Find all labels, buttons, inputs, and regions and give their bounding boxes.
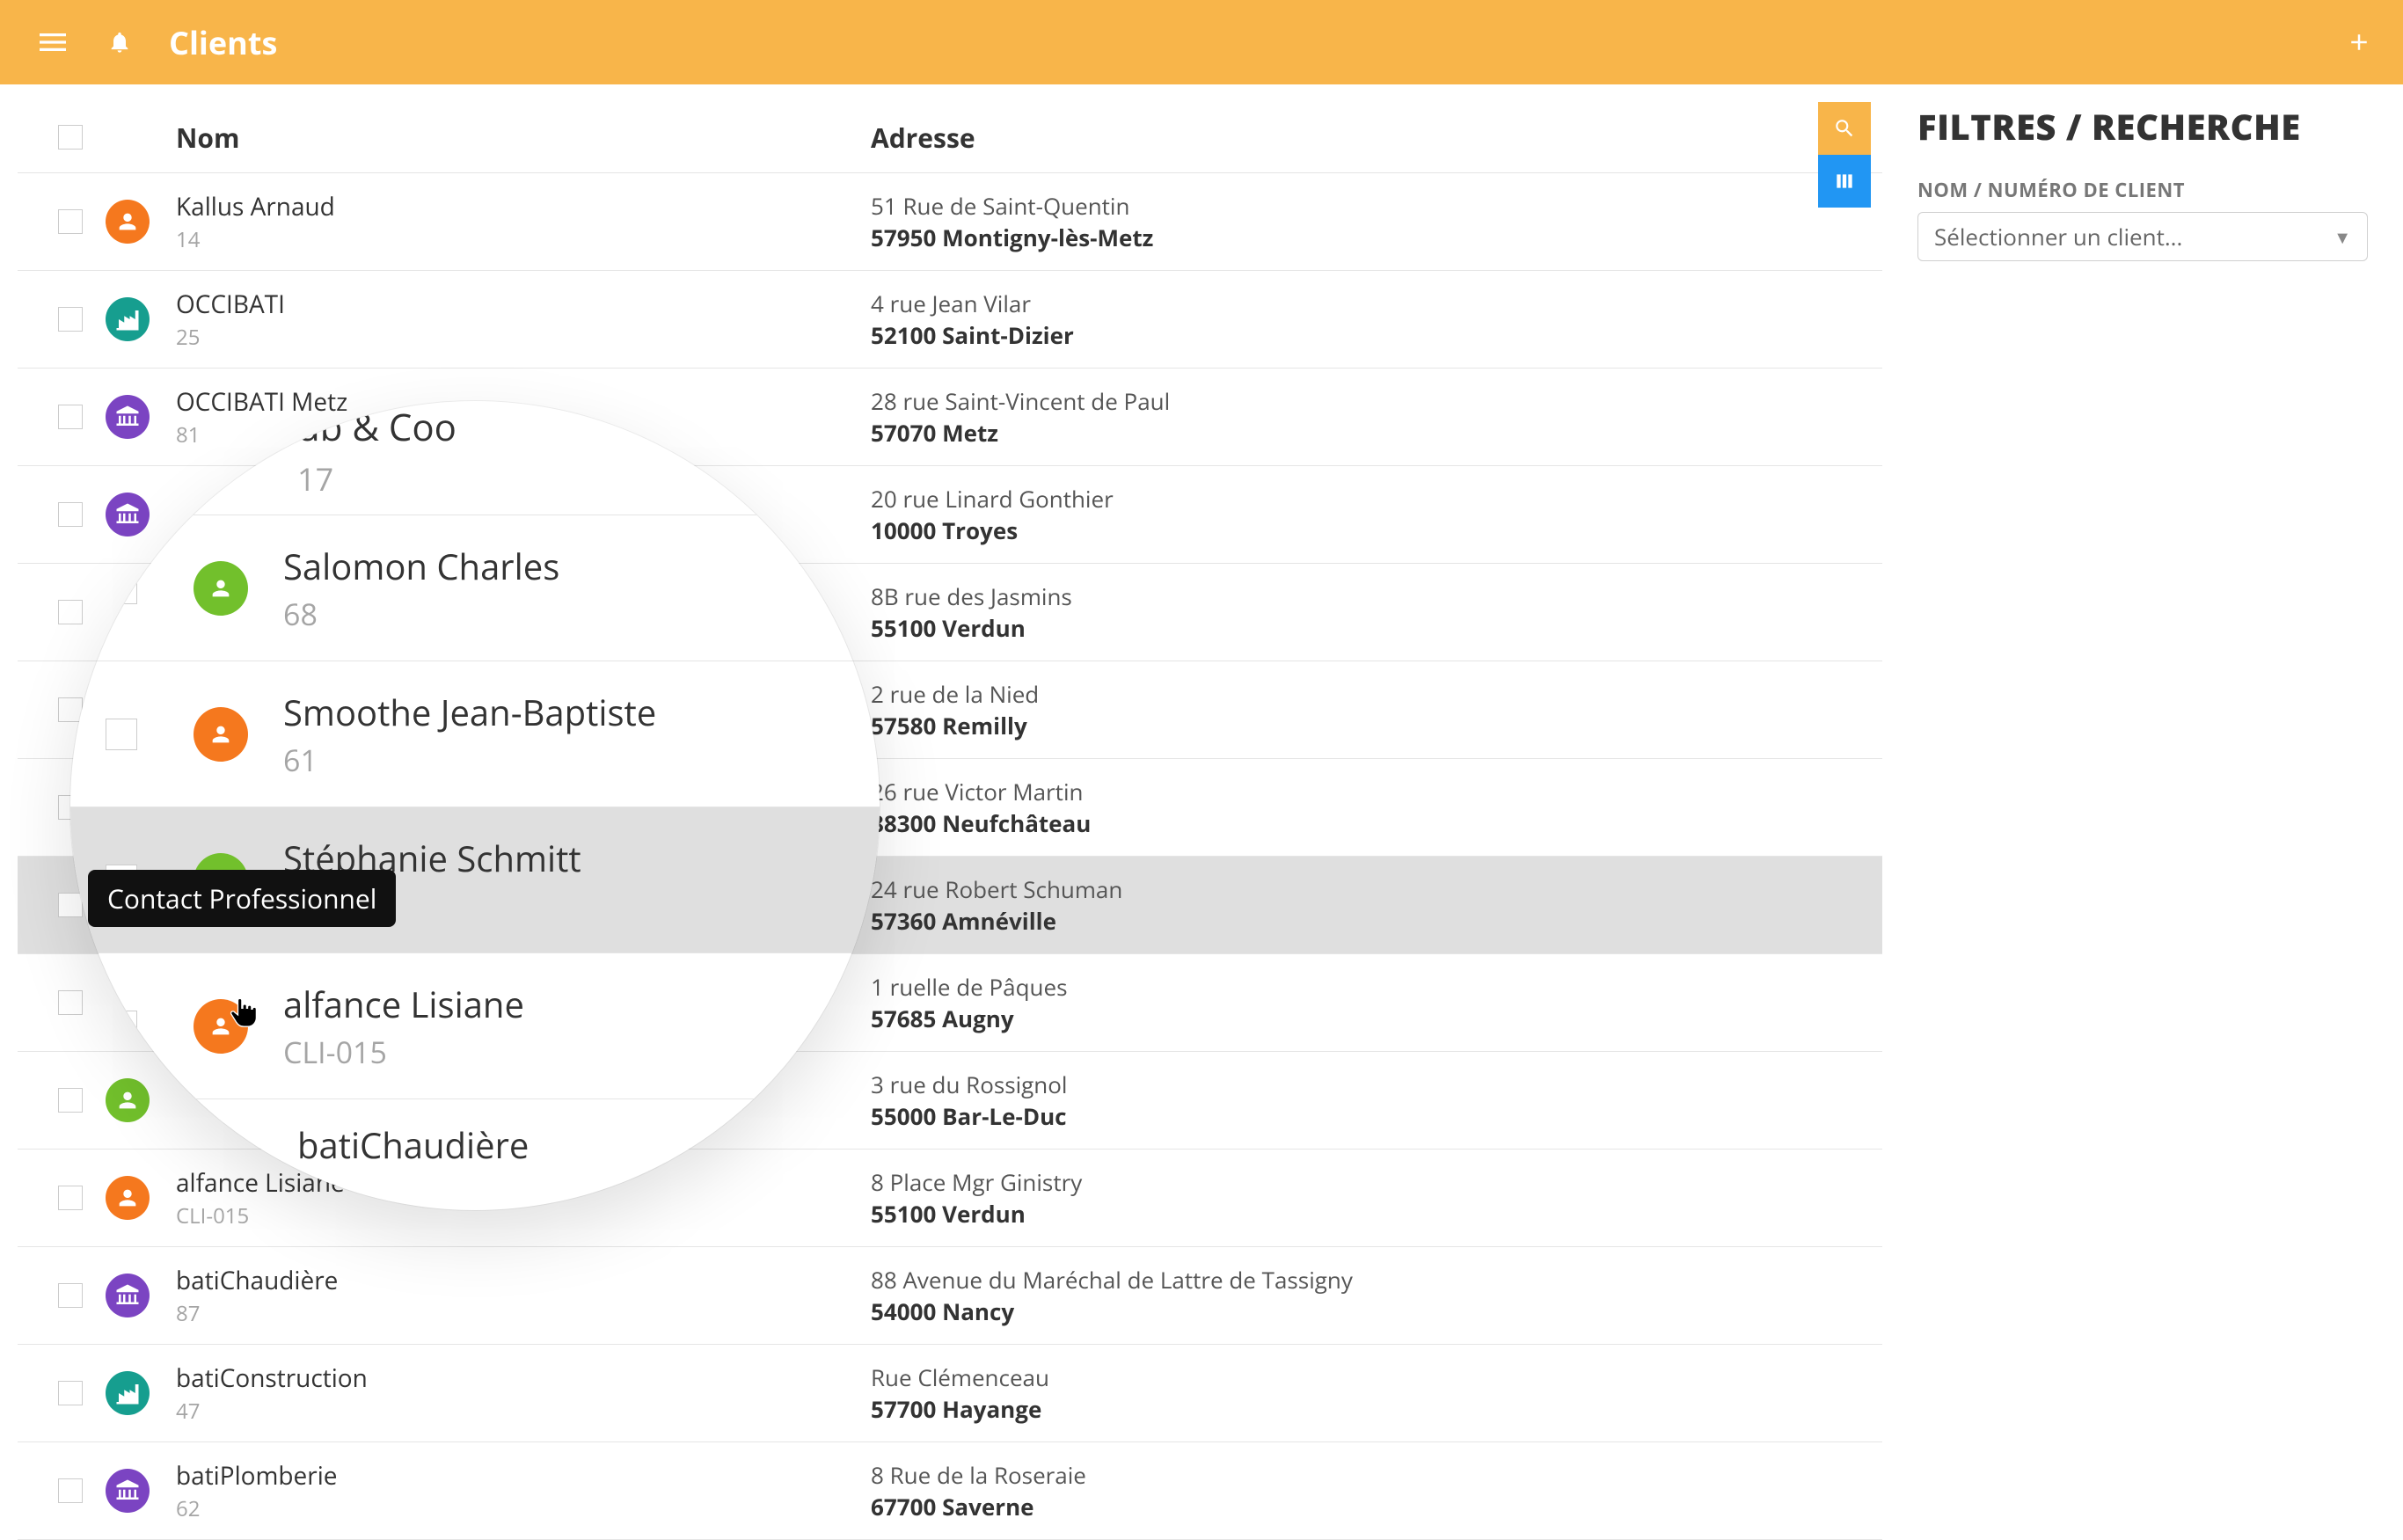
- client-sub: 87: [176, 1299, 871, 1328]
- header-name[interactable]: Nom: [176, 120, 871, 156]
- topbar: Clients: [0, 0, 2403, 84]
- client-avatar-person-icon: [194, 707, 248, 762]
- client-city: 57070 Metz: [871, 417, 1698, 449]
- client-name: Smoothe Jean-Baptiste: [283, 688, 656, 736]
- row-checkbox[interactable]: [58, 1478, 83, 1503]
- client-name: alfance Lisiane: [283, 980, 524, 1028]
- client-address: 26 rue Victor Martin: [871, 776, 1698, 807]
- client-city: 55100 Verdun: [871, 612, 1698, 644]
- columns-button[interactable]: [1818, 155, 1871, 208]
- client-address: Rue Clémenceau: [871, 1361, 1698, 1393]
- client-avatar-person-icon: [106, 1176, 150, 1220]
- filter-field-label: NOM / NUMÉRO DE CLIENT: [1917, 177, 2368, 203]
- row-checkbox[interactable]: [58, 1381, 83, 1405]
- chevron-down-icon: ▼: [2334, 225, 2351, 249]
- client-city: 57700 Hayange: [871, 1393, 1698, 1425]
- client-sub: 68: [283, 594, 559, 634]
- menu-button[interactable]: [35, 25, 70, 60]
- client-avatar-bank-icon: [106, 1274, 150, 1317]
- bell-icon: [107, 30, 132, 55]
- plus-icon: [2346, 29, 2372, 55]
- magnifier-bottom-name: batiChaudière: [297, 1120, 529, 1169]
- client-city: 55100 Verdun: [871, 1198, 1698, 1230]
- client-city: 57685 Augny: [871, 1003, 1698, 1034]
- client-address: 8 Place Mgr Ginistry: [871, 1166, 1698, 1198]
- client-avatar-person-icon: [106, 200, 150, 244]
- row-checkbox[interactable]: [58, 1186, 83, 1210]
- client-address: 20 rue Linard Gonthier: [871, 483, 1698, 515]
- header-address[interactable]: Adresse: [871, 120, 1698, 156]
- search-button[interactable]: [1818, 102, 1871, 155]
- client-sub: 61: [283, 740, 656, 780]
- magnifier-row[interactable]: Salomon Charles68: [70, 515, 880, 661]
- client-address: 8B rue des Jasmins: [871, 580, 1698, 612]
- client-city: 54000 Nancy: [871, 1295, 1698, 1327]
- client-city: 55000 Bar-Le-Duc: [871, 1100, 1698, 1132]
- client-city: 52100 Saint-Dizier: [871, 319, 1698, 351]
- pointer-cursor-icon: [227, 996, 259, 1034]
- filters-title: FILTRES / RECHERCHE: [1917, 102, 2368, 150]
- row-checkbox[interactable]: [58, 307, 83, 332]
- client-name: Salomon Charles: [283, 542, 559, 590]
- table-row[interactable]: batiChaudière8788 Avenue du Maréchal de …: [18, 1247, 1882, 1345]
- page-title: Clients: [169, 21, 277, 64]
- row-checkbox[interactable]: [106, 1011, 137, 1042]
- filters-panel: FILTRES / RECHERCHE NOM / NUMÉRO DE CLIE…: [1882, 102, 2368, 1540]
- notifications-button[interactable]: [102, 25, 137, 60]
- client-avatar-factory-icon: [106, 1371, 150, 1415]
- client-address: 4 rue Jean Vilar: [871, 288, 1698, 319]
- client-city: 67700 Saverne: [871, 1491, 1698, 1522]
- hamburger-icon: [40, 29, 66, 55]
- client-name: batiConstruction: [176, 1361, 871, 1395]
- client-avatar-bank-icon: [106, 1469, 150, 1513]
- client-city: 57360 Amnéville: [871, 905, 1698, 937]
- client-address: 8 Rue de la Roseraie: [871, 1459, 1698, 1491]
- columns-icon: [1833, 170, 1856, 193]
- tooltip-contact-pro: Contact Professionnel: [88, 870, 396, 927]
- client-address: 24 rue Robert Schuman: [871, 873, 1698, 905]
- client-name: batiPlomberie: [176, 1459, 871, 1493]
- table-row[interactable]: OCCIBATI254 rue Jean Vilar52100 Saint-Di…: [18, 271, 1882, 369]
- row-checkbox[interactable]: [58, 209, 83, 234]
- client-sub: 62: [176, 1494, 871, 1523]
- magnifier-row[interactable]: Smoothe Jean-Baptiste61: [70, 661, 880, 807]
- client-avatar-bank-icon: [106, 395, 150, 439]
- client-name: OCCIBATI: [176, 288, 871, 321]
- client-address: 88 Avenue du Maréchal de Lattre de Tassi…: [871, 1264, 1698, 1295]
- client-avatar-factory-icon: [106, 297, 150, 341]
- add-client-button[interactable]: [2341, 25, 2377, 60]
- client-address: 28 rue Saint-Vincent de Paul: [871, 385, 1698, 417]
- table-row[interactable]: batiConstruction47Rue Clémenceau57700 Ha…: [18, 1345, 1882, 1442]
- row-checkbox[interactable]: [106, 719, 137, 750]
- select-all-checkbox[interactable]: [58, 125, 83, 150]
- client-address: 1 ruelle de Pâques: [871, 971, 1698, 1003]
- magnifier-overlay: ub & Coo 17 Salomon Charles68Smoothe Jea…: [70, 401, 880, 1210]
- client-name: batiChaudière: [176, 1264, 871, 1297]
- client-sub: 25: [176, 323, 871, 352]
- client-sub: 14: [176, 225, 871, 254]
- client-sub: 47: [176, 1397, 871, 1426]
- client-address: 3 rue du Rossignol: [871, 1069, 1698, 1100]
- row-checkbox[interactable]: [106, 573, 137, 604]
- client-sub: CLI-015: [283, 1032, 524, 1072]
- client-name: Kallus Arnaud: [176, 190, 871, 223]
- table-row[interactable]: batiPlomberie628 Rue de la Roseraie67700…: [18, 1442, 1882, 1540]
- row-checkbox[interactable]: [58, 405, 83, 429]
- client-select-placeholder: Sélectionner un client...: [1934, 221, 2182, 252]
- client-avatar-person-icon: [194, 561, 248, 616]
- client-city: 10000 Troyes: [871, 515, 1698, 546]
- client-city: 57950 Montigny-lès-Metz: [871, 222, 1698, 253]
- client-city: 57580 Remilly: [871, 710, 1698, 741]
- table-header-row: Nom Adresse: [18, 102, 1882, 173]
- client-address: 2 rue de la Nied: [871, 678, 1698, 710]
- client-select[interactable]: Sélectionner un client... ▼: [1917, 212, 2368, 261]
- client-city: 88300 Neufchâteau: [871, 807, 1698, 839]
- table-row[interactable]: Kallus Arnaud1451 Rue de Saint-Quentin57…: [18, 173, 1882, 271]
- client-address: 51 Rue de Saint-Quentin: [871, 190, 1698, 222]
- magnifier-row[interactable]: alfance LisianeCLI-015: [70, 953, 880, 1099]
- row-checkbox[interactable]: [58, 1283, 83, 1308]
- search-icon: [1833, 117, 1856, 140]
